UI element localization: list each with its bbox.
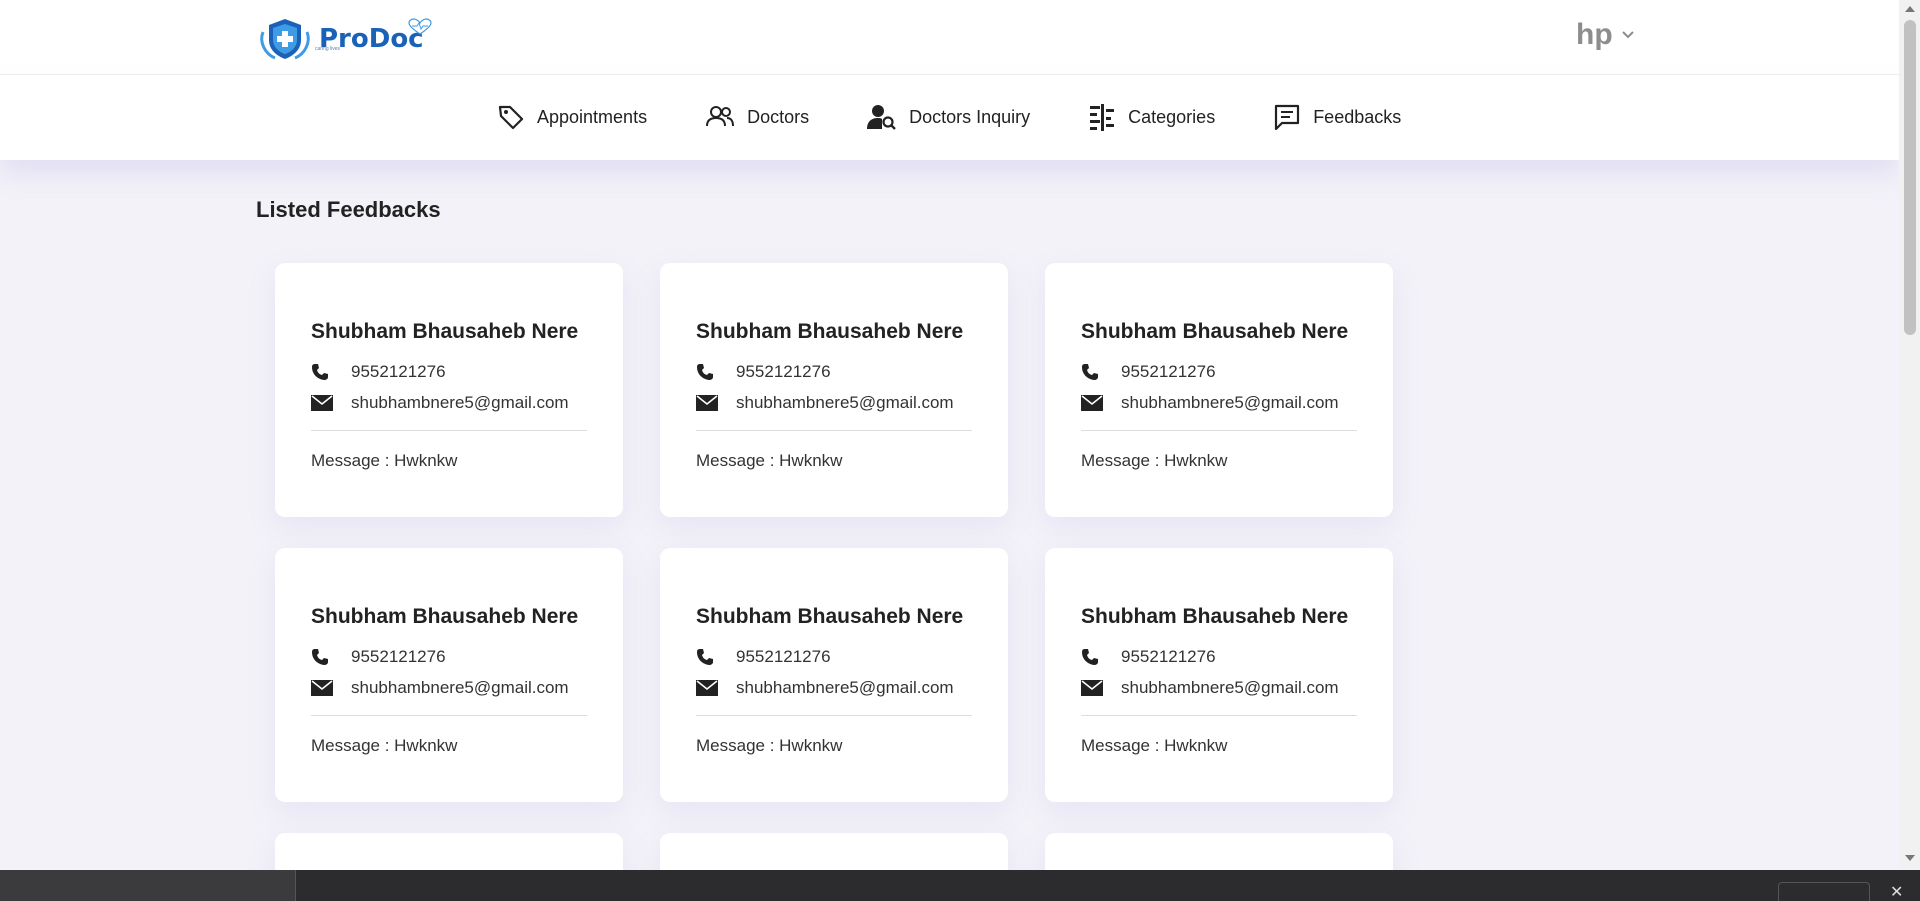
feedback-email: shubhambnere5@gmail.com [1121,392,1339,412]
nav-item-categories[interactable]: Categories [1088,103,1215,131]
feedback-card: Shubham Bhausaheb Nere 9552121276 shubha… [660,263,1008,517]
users-icon [706,106,735,127]
nav-label-categories: Categories [1128,106,1216,127]
divider [1081,430,1357,431]
top-header: ProDoc caring lives hp [0,0,1899,75]
envelope-icon [696,394,718,411]
page-title: Listed Feedbacks [256,197,441,222]
feedback-message: Message : Hwknkw [696,736,843,755]
feedback-card: Shubham Bhausaheb Nere 9552121276 shubha… [275,548,623,802]
feedback-name: Shubham Bhausaheb Nere [311,320,579,343]
close-icon[interactable]: ✕ [1890,882,1903,901]
prodoc-logo[interactable]: ProDoc caring lives [257,16,432,62]
logo-tagline: caring lives [315,46,341,52]
envelope-icon [311,394,333,411]
feedback-name: Shubham Bhausaheb Nere [696,320,964,343]
feedback-name: Shubham Bhausaheb Nere [696,605,964,628]
user-name: hp [1576,18,1613,51]
chevron-down-icon [1621,31,1634,39]
feedback-card: Shubham Bhausaheb Nere 9552121276 shubha… [275,263,623,517]
show-all-button[interactable] [1778,882,1870,901]
feedback-email: shubhambnere5@gmail.com [736,677,954,697]
feedback-email: shubhambnere5@gmail.com [736,392,954,412]
feedback-name: Shubham Bhausaheb Nere [1081,320,1349,343]
download-shelf: ✕ [0,870,1920,901]
user-search-icon [867,105,896,130]
feedback-phone: 9552121276 [736,646,831,666]
divider [696,715,972,716]
feedback-message: Message : Hwknkw [311,451,458,470]
feedback-email: shubhambnere5@gmail.com [351,677,569,697]
feedback-phone: 9552121276 [351,646,446,666]
feedback-card: Shubham Bhausaheb Nere 9552121276 shubha… [660,548,1008,802]
nav-item-doctors-inquiry[interactable]: Doctors Inquiry [867,103,1030,131]
feedback-card: Shubham Bhausaheb Nere 9552121276 shubha… [1045,548,1393,802]
feedback-card: Shubham Bhausaheb Nere 9552121276 shubha… [1045,263,1393,517]
nav-item-feedbacks[interactable]: Feedbacks [1273,103,1401,131]
message-square-icon [1275,104,1300,131]
phone-icon [697,648,713,665]
nav-item-doctors[interactable]: Doctors [705,104,809,130]
tag-icon [498,105,524,130]
divider [696,430,972,431]
feedback-name: Shubham Bhausaheb Nere [1081,605,1349,628]
feedback-message: Message : Hwknkw [1081,451,1228,470]
list-sliders-icon [1090,104,1115,131]
shield-logo-icon [260,19,310,60]
phone-icon [1082,648,1098,665]
user-menu[interactable]: hp [1576,18,1635,52]
feedback-message: Message : Hwknkw [1081,736,1228,755]
scroll-up-arrow-icon[interactable] [1905,6,1915,12]
feedback-email: shubhambnere5@gmail.com [1121,677,1339,697]
phone-icon [1082,363,1098,380]
nav-label-appointments: Appointments [537,106,648,127]
divider [1081,715,1357,716]
envelope-icon [311,679,333,696]
nav-label-feedbacks: Feedbacks [1313,106,1402,127]
envelope-icon [1081,679,1103,696]
nav-item-appointments[interactable]: Appointments [497,103,647,131]
heart-pulse-icon [408,18,432,35]
envelope-icon [1081,394,1103,411]
scroll-down-arrow-icon[interactable] [1905,855,1915,861]
nav-label-doctors-inquiry: Doctors Inquiry [909,106,1031,127]
envelope-icon [696,679,718,696]
feedback-card-grid: Shubham Bhausaheb Nere 9552121276 shubha… [275,263,1395,893]
scroll-thumb[interactable] [1904,20,1916,335]
feedback-email: shubhambnere5@gmail.com [351,392,569,412]
phone-icon [312,363,328,380]
feedback-phone: 9552121276 [736,361,831,381]
main-nav: Appointments Doctors Doctors Inquiry Cat… [0,75,1899,160]
phone-icon [312,648,328,665]
feedback-name: Shubham Bhausaheb Nere [311,605,579,628]
feedback-phone: 9552121276 [1121,361,1216,381]
download-item[interactable] [0,870,296,901]
feedback-phone: 9552121276 [1121,646,1216,666]
phone-icon [697,363,713,380]
feedback-phone: 9552121276 [351,361,446,381]
feedback-message: Message : Hwknkw [696,451,843,470]
divider [311,430,587,431]
page-scrollbar[interactable] [1899,0,1920,870]
divider [311,715,587,716]
feedback-message: Message : Hwknkw [311,736,458,755]
nav-label-doctors: Doctors [747,106,810,127]
